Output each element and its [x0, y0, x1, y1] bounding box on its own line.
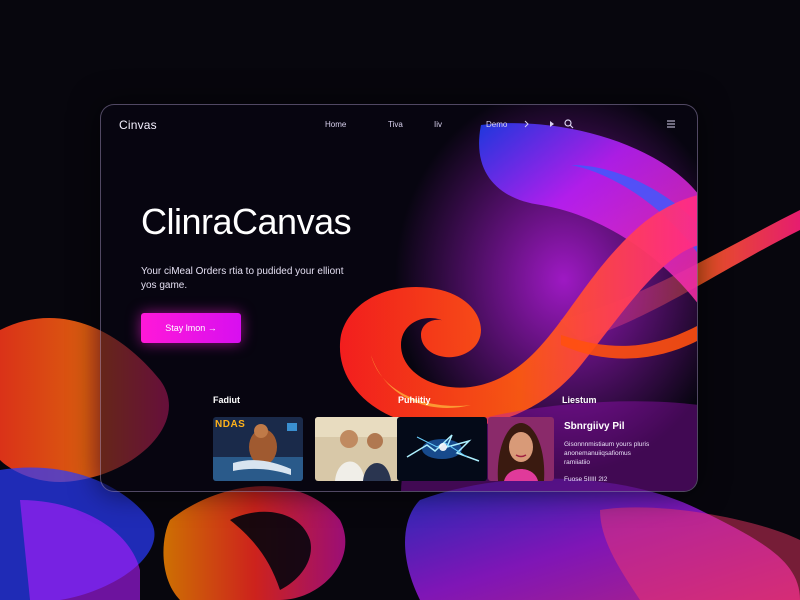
search-icon[interactable] [563, 118, 575, 130]
featured-title: Sbnrgiivy Pil [564, 421, 625, 432]
thumbnail-1-overlay: NDAS [215, 419, 246, 430]
menu-icon[interactable] [665, 118, 677, 130]
app-logo[interactable]: Cinvas [119, 118, 157, 132]
section-label-left: Fadiut [213, 395, 240, 405]
nav-link-home[interactable]: Home [325, 120, 346, 129]
play-icon[interactable] [546, 118, 558, 130]
thumbnail-2[interactable] [315, 417, 405, 481]
nav-link-tiva[interactable]: Tiva [388, 120, 403, 129]
chevron-icon[interactable] [521, 118, 533, 130]
hero-subtitle: Your ciMeal Orders rtia to pudided your … [141, 266, 344, 291]
browser-window: Cinvas Home Tiva Iiv Demo ClinraCanvas Y… [100, 104, 698, 492]
top-nav: Cinvas Home Tiva Iiv Demo [101, 105, 697, 145]
thumbnail-4[interactable] [488, 417, 554, 481]
featured-meta: Fuose 5IIIII 2I2 [564, 476, 608, 483]
featured-description: Gisonnnmistiaum yours pluris anonemanuii… [564, 441, 650, 466]
cta-button[interactable]: Stay lmon → [141, 313, 241, 343]
section-label-right: Liestum [562, 395, 597, 405]
section-label-middle: Puhiitiy [398, 395, 431, 405]
nav-link-iiv[interactable]: Iiv [434, 120, 442, 129]
hero-title: ClinraCanvas [141, 201, 352, 242]
thumbnail-4-image [488, 417, 554, 481]
thumbnail-1[interactable]: NDAS [213, 417, 303, 481]
thumbnail-3-image [397, 417, 487, 481]
nav-link-demo[interactable]: Demo [486, 120, 507, 129]
thumbnail-3[interactable] [397, 417, 487, 481]
thumbnail-2-image [315, 417, 405, 481]
